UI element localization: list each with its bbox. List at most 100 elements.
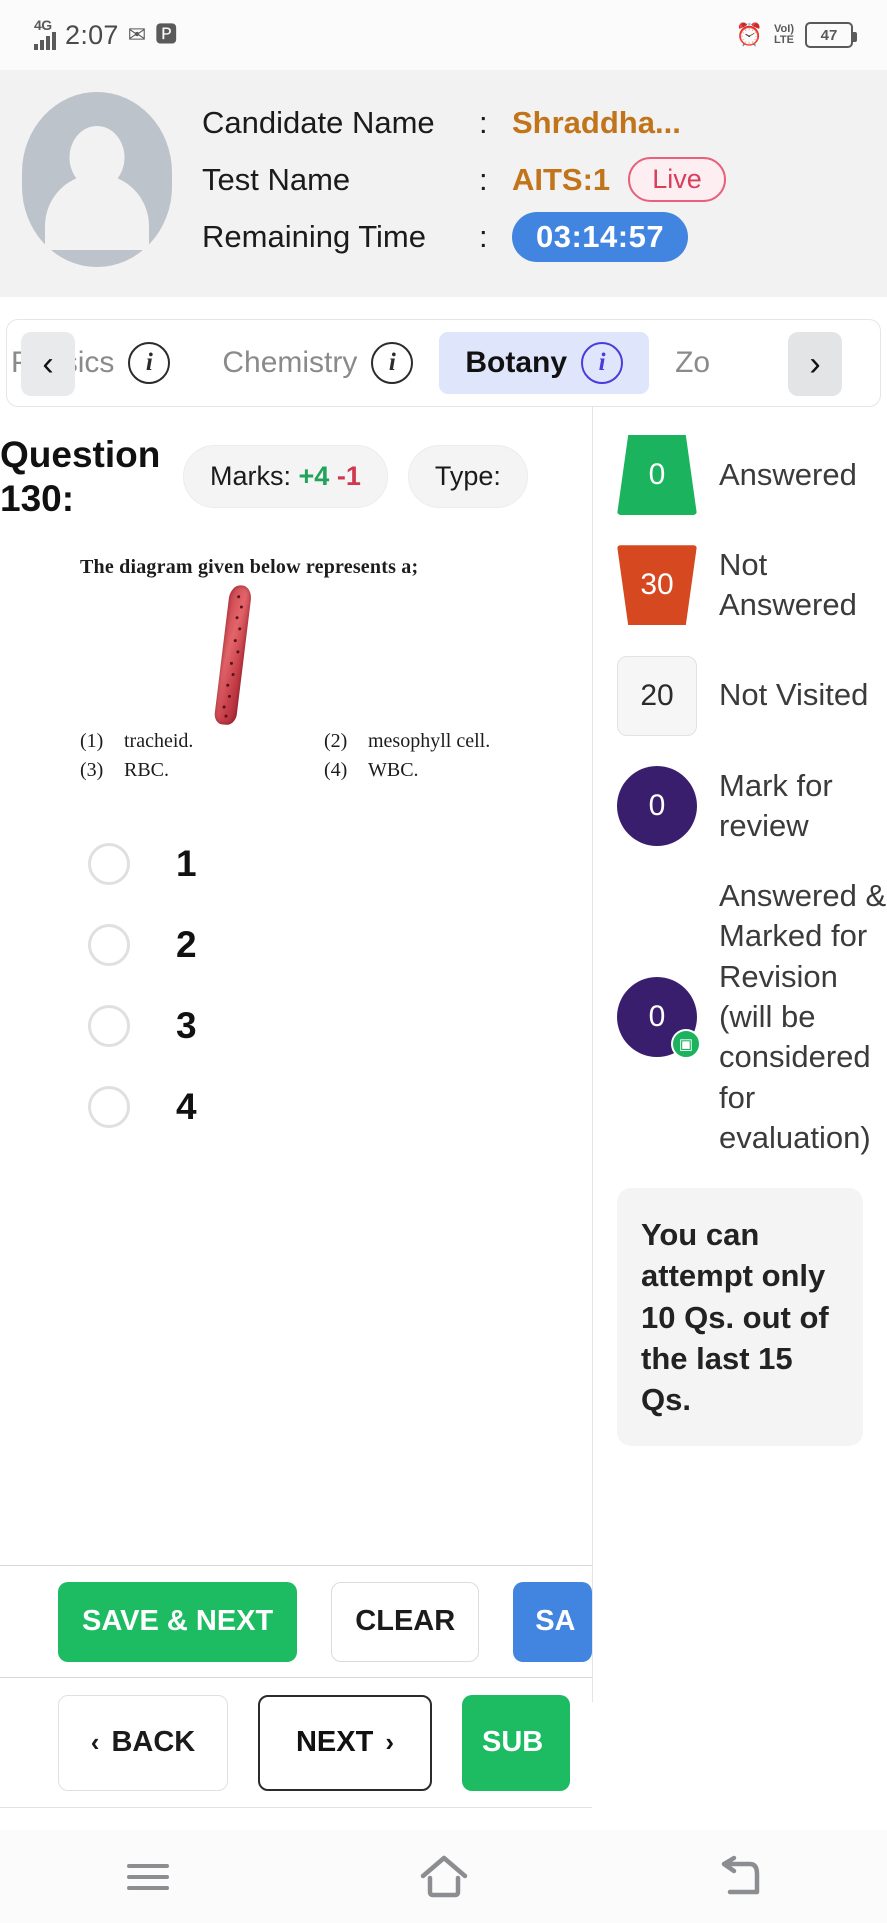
answer-choices[interactable]: 1 2 3 4 [0, 785, 592, 1147]
signal-bars-icon [34, 30, 56, 50]
legend-answered[interactable]: 0 Answered [617, 435, 887, 515]
type-pill: Type: [407, 445, 528, 509]
app-root: 4G 2:07 ✉ 🅿 ⏰ VoI) LTE 47 Candidate Name… [0, 0, 887, 1923]
submit-button[interactable]: SUB [462, 1694, 570, 1791]
chevron-left-icon: ‹ [90, 1727, 100, 1757]
tabs-prev-arrow-icon[interactable]: ‹ [21, 332, 75, 396]
question-header: Question 130: Marks: +4 -1 Type: [0, 407, 592, 520]
not-visited-marker-icon: 20 [617, 655, 697, 736]
mark-for-review-marker-icon: 0 [617, 765, 697, 846]
facebook-icon: 🅿 [155, 22, 178, 47]
remaining-time-row: Remaining Time : 03:14:57 [202, 208, 887, 265]
next-button[interactable]: NEXT › [258, 1694, 432, 1791]
android-navigation-bar [0, 1830, 887, 1923]
question-status-panel: 0 Answered 30 Not Answered 20 Not Visite… [592, 407, 887, 1702]
radio-button[interactable] [88, 842, 130, 885]
status-bar: 4G 2:07 ✉ 🅿 ⏰ VoI) LTE 47 [0, 0, 887, 70]
mark-for-review-count: 0 [648, 788, 666, 822]
back-nav-button[interactable] [591, 1854, 887, 1900]
answered-count: 0 [648, 458, 666, 491]
marks-negative: -1 [336, 461, 361, 492]
tab-botany[interactable]: Botany i [439, 332, 650, 394]
question-panel: Question 130: Marks: +4 -1 Type: The dia… [0, 407, 592, 1702]
chevron-right-icon: › [385, 1727, 394, 1757]
info-icon[interactable]: i [371, 342, 414, 384]
recents-button[interactable] [0, 1857, 296, 1897]
volte-icon: VoI) LTE [774, 23, 794, 46]
radio-button[interactable] [88, 1085, 130, 1128]
printed-option-num: (2) [324, 730, 348, 753]
candidate-name-label: Candidate Name [202, 104, 435, 140]
info-icon[interactable]: i [128, 342, 171, 384]
marks-positive: +4 [298, 461, 330, 492]
choice-label: 4 [176, 1085, 197, 1127]
mark-for-review-label: Mark for review [719, 767, 833, 843]
answered-label: Answered [719, 456, 857, 492]
tab-botany-label: Botany [465, 346, 568, 379]
legend-answered-marked-review[interactable]: 0 ▣ Answered & Marked for Revision (will… [617, 876, 887, 1158]
answered-marked-label: Answered & Marked for Revision (will be … [719, 878, 887, 1155]
answer-action-bar: SAVE & NEXT CLEAR SA [0, 1565, 592, 1678]
legend-mark-for-review[interactable]: 0 Mark for review [617, 765, 887, 847]
mail-icon: ✉ [127, 22, 147, 47]
signal-icon: 4G [34, 16, 56, 50]
printed-option-num: (3) [80, 759, 104, 782]
test-name-row: Test Name : AITS:1 Live [202, 151, 887, 208]
question-stem: The diagram given below represents a; [80, 556, 419, 579]
radio-button[interactable] [88, 923, 130, 966]
choice-label: 2 [176, 923, 197, 965]
network-type-label: 4G [34, 16, 52, 33]
alarm-clock-icon: ⏰ [735, 22, 764, 47]
remaining-time-label: Remaining Time [202, 218, 426, 254]
avatar [22, 92, 172, 267]
choice-option-1[interactable]: 1 [88, 823, 592, 904]
status-bar-left: 4G 2:07 ✉ 🅿 [34, 16, 178, 51]
home-icon [420, 1855, 467, 1897]
colon-separator: : [479, 104, 488, 140]
info-icon[interactable]: i [581, 342, 624, 384]
back-button[interactable]: ‹ BACK [58, 1694, 228, 1791]
home-button[interactable] [296, 1854, 592, 1900]
printed-option-text: WBC. [368, 759, 419, 782]
remaining-time-value: 03:14:57 [512, 211, 689, 262]
menu-icon [126, 1857, 169, 1897]
subject-tabs-scroller[interactable]: Physics i Chemistry i Botany i Zo [7, 332, 736, 394]
marks-pill: Marks: +4 -1 [183, 445, 388, 509]
legend-not-answered[interactable]: 30 Not Answered [617, 545, 887, 626]
save-and-mark-review-button[interactable]: SA [513, 1581, 592, 1662]
not-answered-count: 30 [640, 568, 674, 602]
radio-button[interactable] [88, 1004, 130, 1047]
choice-option-3[interactable]: 3 [88, 985, 592, 1066]
status-bar-clock: 2:07 [65, 19, 119, 50]
question-figure-block: The diagram given below represents a; (1… [0, 520, 592, 785]
save-and-next-button[interactable]: SAVE & NEXT [58, 1581, 298, 1662]
next-button-label: NEXT [295, 1726, 374, 1758]
answered-marked-marker-icon: 0 ▣ [617, 977, 701, 1060]
clear-button[interactable]: CLEAR [331, 1581, 480, 1662]
tabs-next-arrow-icon[interactable]: › [788, 332, 842, 396]
document-icon: ▣ [671, 1029, 701, 1060]
type-label: Type: [434, 461, 501, 492]
live-badge: Live [628, 157, 726, 202]
tab-zoology[interactable]: Zo [649, 336, 736, 390]
choice-option-2[interactable]: 2 [88, 904, 592, 985]
not-visited-count: 20 [640, 678, 674, 712]
legend-not-visited[interactable]: 20 Not Visited [617, 655, 887, 736]
colon-separator: : [479, 161, 488, 197]
candidate-header: Candidate Name : Shraddha... Test Name :… [0, 70, 887, 297]
choice-option-4[interactable]: 4 [88, 1066, 592, 1147]
choice-label: 3 [176, 1004, 197, 1046]
marks-label: Marks: [210, 461, 291, 492]
answered-marker-icon: 0 [617, 435, 697, 515]
choice-label: 1 [176, 842, 197, 884]
attempt-limit-note: You can attempt only 10 Qs. out of the l… [617, 1188, 863, 1447]
tab-chemistry[interactable]: Chemistry i [196, 332, 439, 394]
answered-marked-count: 0 [648, 1000, 666, 1034]
candidate-name-row: Candidate Name : Shraddha... [202, 94, 887, 151]
status-bar-right: ⏰ VoI) LTE 47 [735, 22, 857, 48]
battery-icon: 47 [805, 22, 857, 48]
printed-option-text: RBC. [124, 759, 170, 782]
subject-tabs[interactable]: ‹ Physics i Chemistry i Botany i Zo › [6, 319, 881, 407]
navigation-action-bar: ‹ BACK NEXT › SUB [0, 1678, 592, 1808]
candidate-name-value: Shraddha... [512, 104, 681, 140]
